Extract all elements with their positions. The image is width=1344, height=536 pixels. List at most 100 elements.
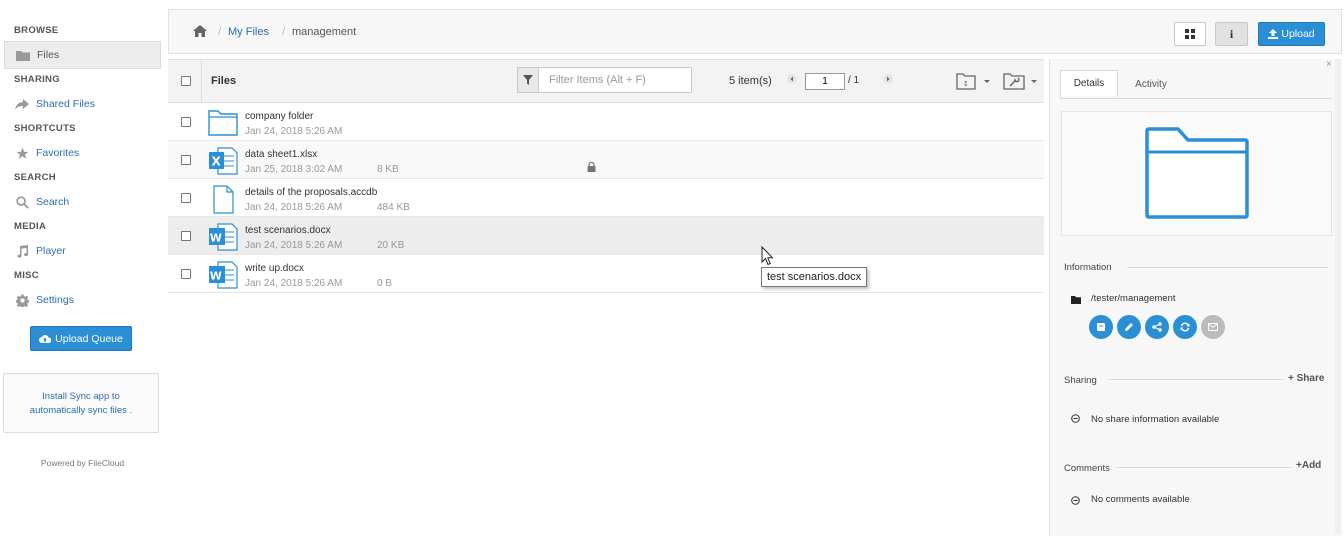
breadcrumb-bar: / My Files / management i Upload [168, 9, 1342, 54]
envelope-icon [1208, 323, 1218, 331]
file-date: Jan 24, 2018 5:26 AM [245, 126, 343, 137]
file-date: Jan 24, 2018 5:26 AM [245, 278, 343, 289]
file-size: 8 KB [377, 164, 399, 175]
filter-input[interactable] [539, 68, 691, 92]
comments-divider [1117, 467, 1292, 468]
breadcrumb-separator: / [218, 26, 222, 38]
information-label: Information [1064, 262, 1112, 273]
file-row[interactable]: W test scenarios.docx Jan 24, 2018 5:26 … [168, 217, 1044, 255]
sidebar-item-player[interactable]: Player [4, 237, 161, 265]
file-row[interactable]: X data sheet1.xlsx Jan 25, 2018 3:02 AM … [168, 141, 1044, 179]
info-button[interactable]: i [1215, 22, 1248, 46]
file-name[interactable]: test scenarios.docx [245, 225, 331, 236]
panel-scrollbar[interactable] [1335, 59, 1341, 534]
refresh-action-button[interactable] [1173, 315, 1197, 339]
close-panel-icon[interactable]: × [1326, 59, 1332, 70]
sort-menu-icon[interactable]: ↕ [956, 71, 992, 94]
upload-icon [1268, 29, 1279, 39]
tabs-underline [1060, 98, 1332, 99]
file-size: 0 B [377, 278, 393, 289]
sidebar-item-label: Shared Files [36, 98, 95, 110]
add-share-label: Share [1296, 373, 1325, 384]
word-icon: W [208, 222, 238, 251]
no-comments-text: No comments available [1091, 494, 1190, 505]
sidebar-item-search[interactable]: Search [4, 188, 161, 216]
email-action-button[interactable] [1201, 315, 1225, 339]
row-checkbox[interactable] [181, 231, 191, 241]
file-name[interactable]: write up.docx [245, 263, 304, 274]
row-checkbox[interactable] [181, 117, 191, 127]
lock-icon [587, 161, 596, 175]
select-all-checkbox[interactable] [181, 76, 191, 86]
sync-text-line2: automatically sync files . [29, 405, 133, 416]
file-date: Jan 24, 2018 5:26 AM [245, 202, 343, 213]
home-icon[interactable] [193, 25, 207, 40]
comments-label: Comments [1064, 463, 1110, 474]
file-date: Jan 25, 2018 3:02 AM [245, 164, 343, 175]
folder-icon [208, 108, 238, 136]
star-icon [14, 146, 30, 160]
file-size: 484 KB [377, 202, 410, 213]
file-name[interactable]: details of the proposals.accdb [245, 187, 377, 198]
file-row[interactable]: details of the proposals.accdb Jan 24, 2… [168, 179, 1044, 217]
music-note-icon [14, 244, 30, 258]
file-row[interactable]: W write up.docx Jan 24, 2018 5:26 AM 0 B [168, 255, 1044, 293]
header-divider [201, 60, 202, 102]
breadcrumb-separator: / [282, 26, 286, 38]
edit-action-button[interactable] [1117, 315, 1141, 339]
word-icon: W [208, 260, 238, 289]
no-share-text: No share information available [1091, 414, 1220, 425]
sidebar-item-shared-files[interactable]: Shared Files [4, 90, 161, 118]
file-name-tooltip: test scenarios.docx [761, 267, 868, 287]
folder-icon [15, 48, 31, 62]
file-date: Jan 24, 2018 5:26 AM [245, 240, 343, 251]
file-name[interactable]: company folder [245, 111, 313, 122]
upload-queue-button[interactable]: Upload Queue [30, 326, 132, 351]
file-name[interactable]: data sheet1.xlsx [245, 149, 317, 160]
sidebar-item-label: Player [36, 245, 66, 257]
share-arrow-icon [14, 97, 30, 111]
file-row[interactable]: company folder Jan 24, 2018 5:26 AM [168, 103, 1044, 141]
filter-icon[interactable] [518, 68, 539, 92]
excel-icon: X [208, 146, 238, 175]
grid-view-button[interactable] [1174, 22, 1206, 46]
prev-page-icon[interactable] [787, 74, 797, 87]
row-checkbox[interactable] [181, 155, 191, 165]
sidebar-item-settings[interactable]: Settings [4, 286, 161, 314]
sidebar-item-favorites[interactable]: Favorites [4, 139, 161, 167]
folder-small-icon [1071, 295, 1081, 307]
folder-path: /tester/management [1091, 293, 1176, 304]
book-action-button[interactable] [1089, 315, 1113, 339]
share-icon [1152, 322, 1162, 332]
info-circle-icon [1071, 496, 1080, 508]
grid-icon [1185, 29, 1195, 39]
add-comment-button[interactable]: +Add [1296, 460, 1321, 471]
upload-button[interactable]: Upload [1258, 22, 1325, 46]
sync-text-line1: Install Sync app to [42, 391, 120, 402]
sidebar-item-files[interactable]: Files [4, 41, 161, 69]
tab-details[interactable]: Details [1060, 70, 1118, 98]
svg-text:W: W [210, 270, 222, 283]
breadcrumb-my-files[interactable]: My Files [228, 26, 269, 38]
add-share-button[interactable]: + Share [1288, 373, 1324, 384]
sync-app-box[interactable]: Install Sync app to automatically sync f… [3, 373, 159, 433]
row-checkbox[interactable] [181, 269, 191, 279]
section-browse: BROWSE [14, 25, 59, 36]
tab-activity[interactable]: Activity [1126, 70, 1176, 98]
information-divider [1127, 267, 1328, 268]
page-number-input[interactable] [805, 73, 845, 90]
svg-text:↕: ↕ [963, 80, 969, 88]
folder-tools-icon[interactable] [1003, 71, 1039, 94]
files-column-header[interactable]: Files [211, 75, 236, 87]
upload-queue-label: Upload Queue [55, 332, 123, 345]
add-comment-label: Add [1301, 460, 1322, 471]
next-page-icon[interactable] [883, 74, 893, 87]
info-circle-icon [1071, 414, 1080, 426]
gear-icon [14, 293, 30, 307]
row-checkbox[interactable] [181, 193, 191, 203]
breadcrumb-current: management [292, 26, 357, 38]
sharing-label: Sharing [1064, 375, 1097, 386]
share-action-button[interactable] [1145, 315, 1169, 339]
file-icon [208, 184, 238, 214]
file-list-header: Files 5 item(s) / 1 ↕ [168, 59, 1044, 103]
